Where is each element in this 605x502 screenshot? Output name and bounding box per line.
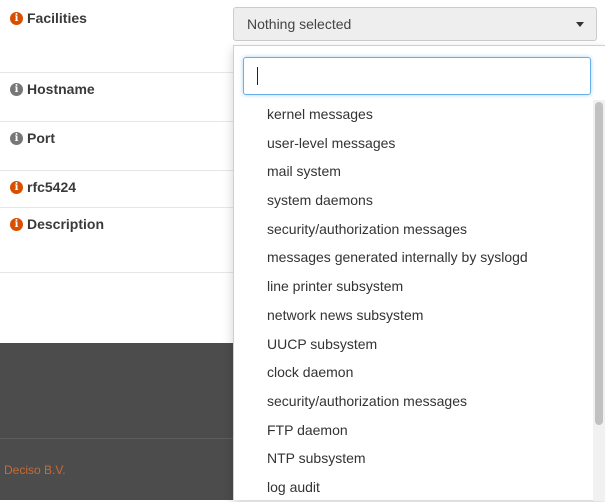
footer-company[interactable]: Deciso B.V. [4, 463, 66, 477]
dropdown-option-list: kernel messages user-level messages mail… [234, 100, 592, 502]
option-syslogd-internal-messages[interactable]: messages generated internally by syslogd [234, 243, 592, 272]
option-line-printer-subsystem[interactable]: line printer subsystem [234, 272, 592, 301]
dropdown-search-input[interactable] [243, 57, 591, 95]
facilities-select-value: Nothing selected [247, 16, 352, 32]
option-log-audit[interactable]: log audit [234, 473, 592, 502]
info-icon[interactable]: i [10, 217, 23, 231]
facilities-dropdown-menu: kernel messages user-level messages mail… [233, 45, 605, 502]
option-ftp-daemon[interactable]: FTP daemon [234, 416, 592, 445]
option-network-news-subsystem[interactable]: network news subsystem [234, 301, 592, 330]
option-uucp-subsystem[interactable]: UUCP subsystem [234, 330, 592, 359]
option-clock-daemon[interactable]: clock daemon [234, 358, 592, 387]
chevron-down-icon [576, 22, 584, 27]
option-security-authorization-messages-2[interactable]: security/authorization messages [234, 387, 592, 416]
option-ntp-subsystem[interactable]: NTP subsystem [234, 444, 592, 473]
dropdown-scrollbar[interactable] [593, 100, 605, 501]
info-icon[interactable]: i [10, 131, 23, 145]
info-icon[interactable]: i [10, 11, 23, 25]
option-kernel-messages[interactable]: kernel messages [234, 100, 592, 129]
description-label: i Description [10, 216, 104, 232]
rfc5424-label: i rfc5424 [10, 179, 76, 195]
port-label: i Port [10, 130, 55, 146]
option-user-level-messages[interactable]: user-level messages [234, 129, 592, 158]
facilities-label: i Facilities [10, 10, 87, 26]
text-cursor [257, 67, 258, 85]
info-icon[interactable]: i [10, 180, 23, 194]
option-security-authorization-messages[interactable]: security/authorization messages [234, 215, 592, 244]
info-icon[interactable]: i [10, 82, 23, 96]
hostname-label: i Hostname [10, 81, 95, 97]
dropdown-scrollbar-thumb[interactable] [595, 102, 603, 425]
facilities-select[interactable]: Nothing selected [233, 7, 597, 41]
option-mail-system[interactable]: mail system [234, 157, 592, 186]
option-system-daemons[interactable]: system daemons [234, 186, 592, 215]
